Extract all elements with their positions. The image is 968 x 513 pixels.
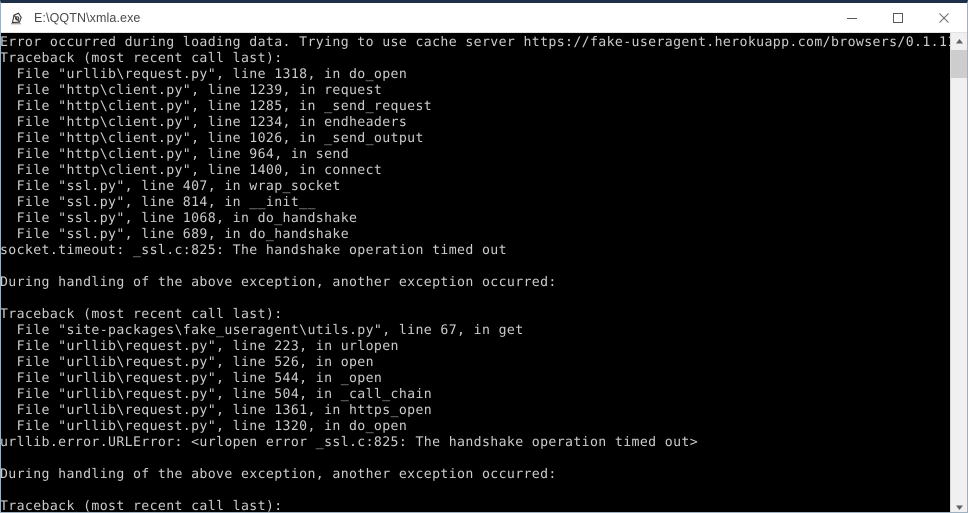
console-output-text: Error occurred during loading data. Tryi… xyxy=(1,35,950,513)
scrollbar-track[interactable] xyxy=(951,50,967,499)
scroll-down-arrow-icon xyxy=(955,505,963,510)
vertical-scrollbar[interactable] xyxy=(950,33,967,512)
scroll-up-arrow-icon xyxy=(955,39,963,44)
close-icon xyxy=(939,12,949,23)
close-button[interactable] xyxy=(921,3,967,32)
scroll-down-button[interactable] xyxy=(951,499,967,512)
title-bar: E:\QQTN\xmla.exe xyxy=(1,3,967,33)
minimize-button[interactable] xyxy=(829,3,875,32)
maximize-icon xyxy=(893,12,903,23)
console-window: E:\QQTN\xmla.exe Error occurred during l… xyxy=(0,0,968,513)
window-title: E:\QQTN\xmla.exe xyxy=(34,10,141,25)
console-output-viewport[interactable]: Error occurred during loading data. Tryi… xyxy=(1,33,950,513)
console-area: Error occurred during loading data. Tryi… xyxy=(1,33,967,513)
maximize-button[interactable] xyxy=(875,3,921,32)
console-app-icon xyxy=(6,7,28,29)
scroll-up-button[interactable] xyxy=(951,33,967,50)
scrollbar-thumb[interactable] xyxy=(951,50,967,78)
minimize-icon xyxy=(847,17,857,19)
